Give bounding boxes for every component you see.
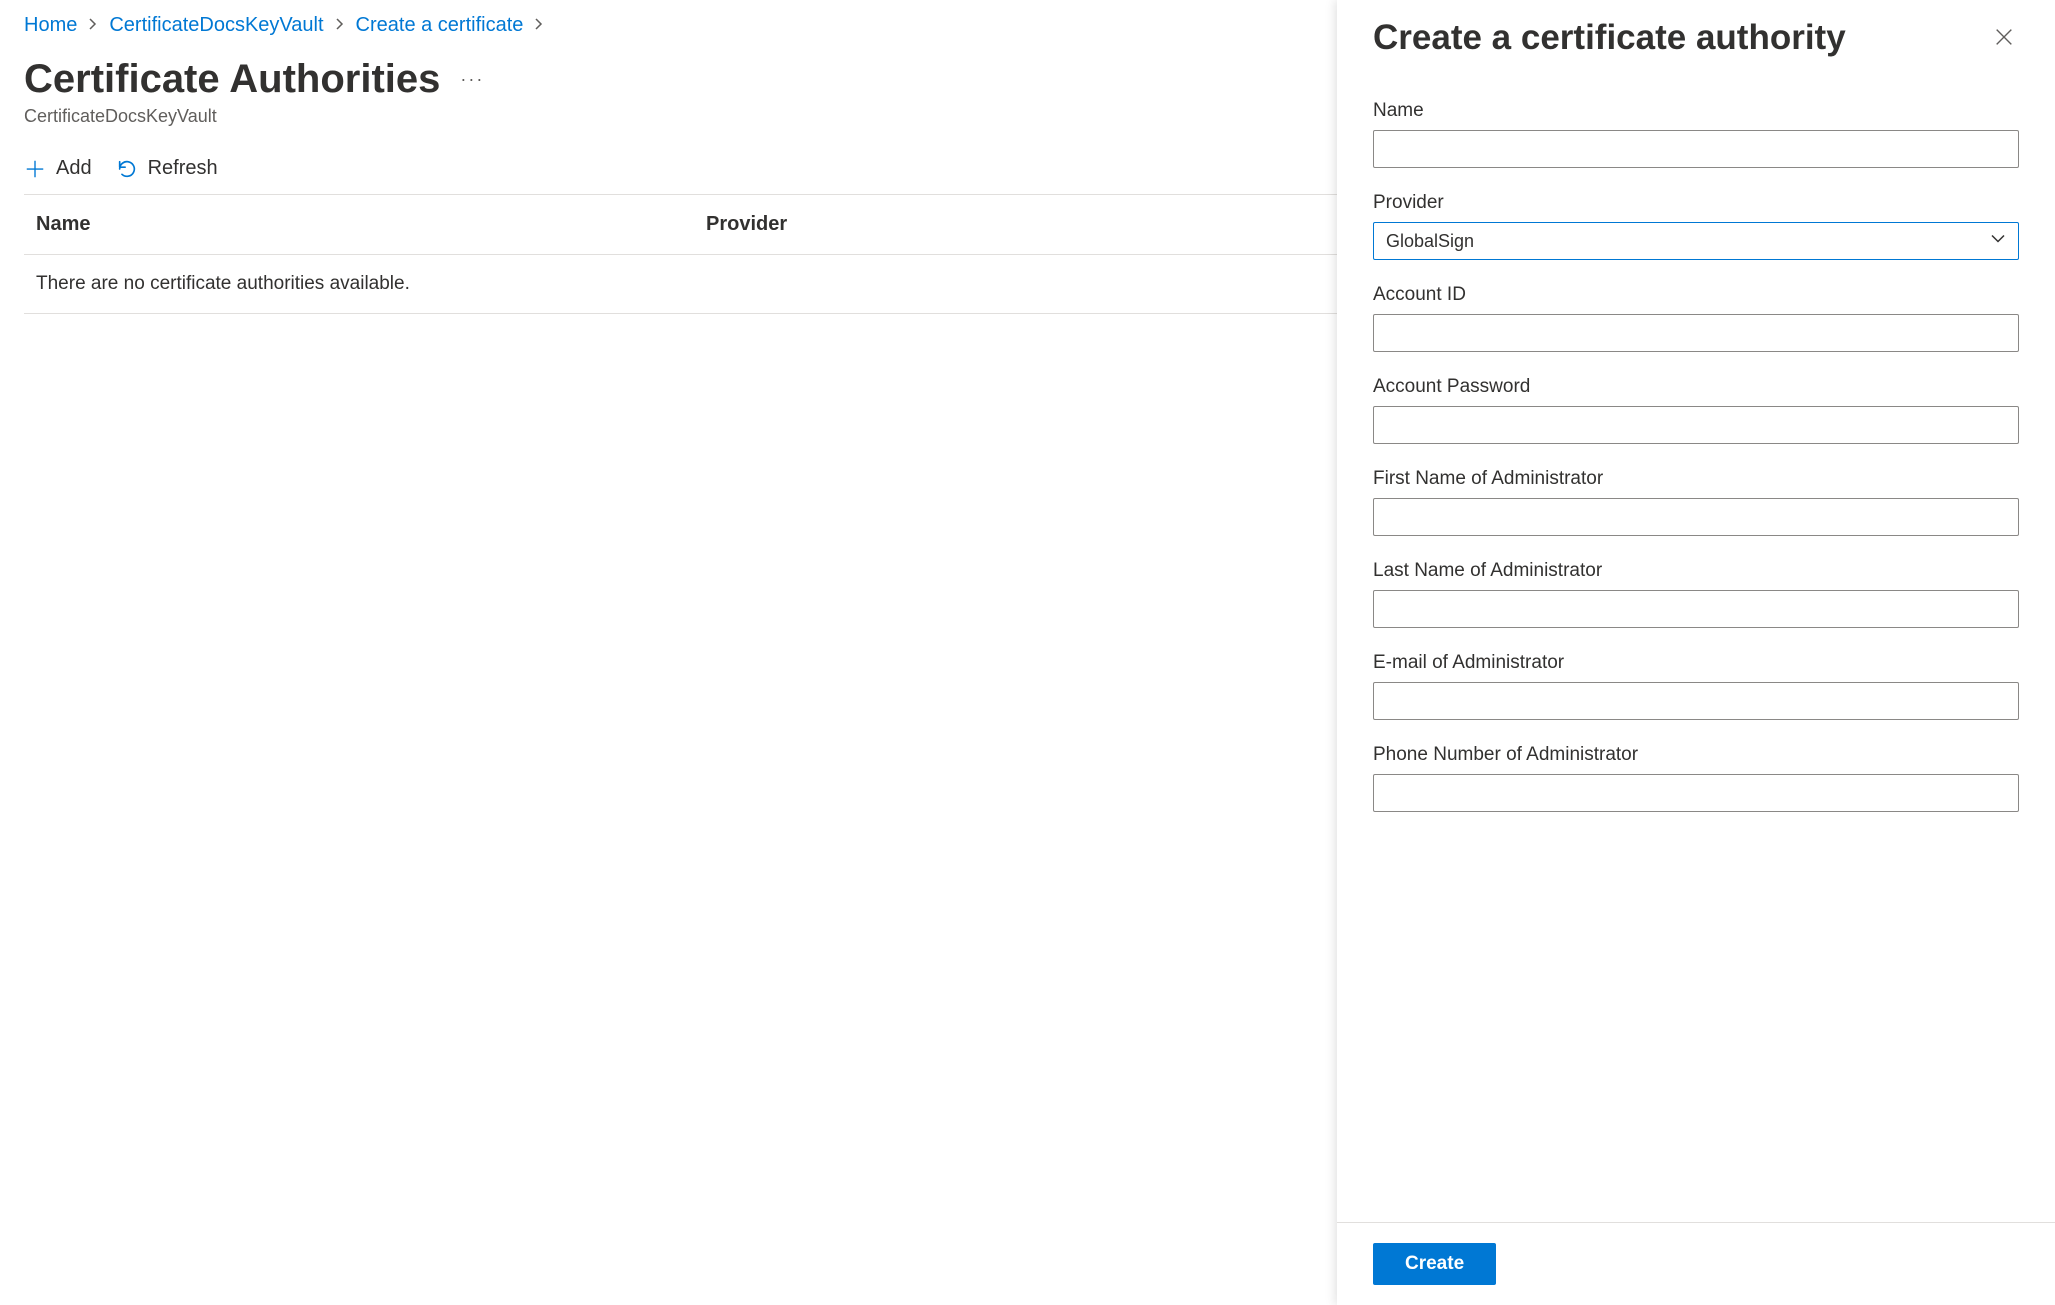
breadcrumb-keyvault[interactable]: CertificateDocsKeyVault xyxy=(109,14,323,37)
column-header-name[interactable]: Name xyxy=(36,213,706,236)
form-group-email: E-mail of Administrator xyxy=(1373,652,2019,720)
refresh-label: Refresh xyxy=(148,157,218,180)
add-label: Add xyxy=(56,157,92,180)
panel-title: Create a certificate authority xyxy=(1373,18,1846,58)
plus-icon xyxy=(24,158,46,180)
column-header-provider[interactable]: Provider xyxy=(706,213,787,236)
form-group-name: Name xyxy=(1373,100,2019,168)
panel-body: Name Provider GlobalSign Account ID Acco… xyxy=(1337,76,2055,1222)
chevron-down-icon xyxy=(1990,231,2006,252)
password-label: Account Password xyxy=(1373,376,2019,398)
provider-label: Provider xyxy=(1373,192,2019,214)
create-ca-panel: Create a certificate authority Name Prov… xyxy=(1337,0,2055,1305)
password-input[interactable] xyxy=(1373,406,2019,444)
more-icon[interactable]: ··· xyxy=(460,69,484,90)
form-group-phone: Phone Number of Administrator xyxy=(1373,744,2019,812)
provider-select[interactable]: GlobalSign xyxy=(1373,222,2019,260)
provider-value: GlobalSign xyxy=(1386,231,1474,252)
chevron-right-icon xyxy=(533,17,545,35)
lastname-label: Last Name of Administrator xyxy=(1373,560,2019,582)
form-group-firstname: First Name of Administrator xyxy=(1373,468,2019,536)
panel-header: Create a certificate authority xyxy=(1337,0,2055,76)
accountid-input[interactable] xyxy=(1373,314,2019,352)
chevron-right-icon xyxy=(87,17,99,35)
form-group-accountid: Account ID xyxy=(1373,284,2019,352)
create-button[interactable]: Create xyxy=(1373,1243,1496,1285)
refresh-button[interactable]: Refresh xyxy=(116,157,218,180)
breadcrumb-home[interactable]: Home xyxy=(24,14,77,37)
phone-label: Phone Number of Administrator xyxy=(1373,744,2019,766)
form-group-provider: Provider GlobalSign xyxy=(1373,192,2019,260)
firstname-input[interactable] xyxy=(1373,498,2019,536)
phone-input[interactable] xyxy=(1373,774,2019,812)
close-icon xyxy=(1993,36,2015,51)
page-title: Certificate Authorities xyxy=(24,57,440,102)
lastname-input[interactable] xyxy=(1373,590,2019,628)
name-label: Name xyxy=(1373,100,2019,122)
name-input[interactable] xyxy=(1373,130,2019,168)
form-group-password: Account Password xyxy=(1373,376,2019,444)
refresh-icon xyxy=(116,158,138,180)
add-button[interactable]: Add xyxy=(24,157,92,180)
panel-footer: Create xyxy=(1337,1222,2055,1305)
email-input[interactable] xyxy=(1373,682,2019,720)
accountid-label: Account ID xyxy=(1373,284,2019,306)
form-group-lastname: Last Name of Administrator xyxy=(1373,560,2019,628)
close-button[interactable] xyxy=(1989,22,2019,55)
firstname-label: First Name of Administrator xyxy=(1373,468,2019,490)
chevron-right-icon xyxy=(334,17,346,35)
email-label: E-mail of Administrator xyxy=(1373,652,2019,674)
breadcrumb-create-cert[interactable]: Create a certificate xyxy=(356,14,524,37)
